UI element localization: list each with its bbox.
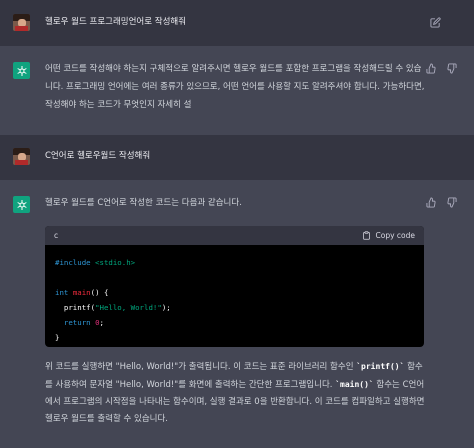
code-token: int <box>55 288 73 297</box>
code-token: return <box>63 318 96 327</box>
pencil-square-icon[interactable] <box>430 17 441 28</box>
user-message-2: C언어로 헬로우월드 작성해줘 <box>0 135 474 180</box>
inline-code: `printf()` <box>356 362 405 371</box>
openai-logo-icon <box>13 62 30 79</box>
clipboard-icon <box>362 231 370 240</box>
user-avatar <box>13 14 30 31</box>
code-line: printf("Hello, World!"); <box>55 300 414 315</box>
thumbs-up-icon[interactable] <box>426 63 437 74</box>
code-block-header: c Copy code <box>45 226 424 245</box>
thumbs-down-icon[interactable] <box>446 197 457 208</box>
code-content: #include <stdio.h> int main() { printf("… <box>45 245 424 347</box>
user-message-text: 헬로우 월드 프로그래밍언어로 작성해줘 <box>45 17 187 27</box>
code-line: int main() { <box>55 285 414 300</box>
code-token: () { <box>90 288 109 297</box>
feedback-buttons <box>426 63 457 74</box>
user-avatar <box>13 148 30 165</box>
copy-code-label: Copy code <box>375 231 416 240</box>
code-token: } <box>55 333 60 342</box>
explanation-part: 위 코드를 실행하면 "Hello, World!"가 출력됩니다. 이 코드는… <box>45 362 354 372</box>
openai-logo-icon <box>13 196 30 213</box>
thumbs-up-icon[interactable] <box>426 197 437 208</box>
feedback-buttons <box>426 197 457 208</box>
user-message-text: C언어로 헬로우월드 작성해줘 <box>45 151 151 161</box>
code-token: ; <box>99 318 104 327</box>
assistant-message-1: 어떤 코드를 작성해야 하는지 구체적으로 알려주시면 헬로우 월드를 포함한 … <box>0 46 474 135</box>
code-token: ); <box>161 303 171 312</box>
code-line: #include <stdio.h> <box>55 255 414 270</box>
code-token: printf <box>63 303 91 312</box>
assistant-message-2: 헬로우 월드를 C언어로 작성한 코드는 다음과 같습니다. c Copy co… <box>0 180 474 448</box>
code-token: #include <box>55 258 96 267</box>
code-line: } <box>55 330 414 345</box>
copy-code-button[interactable]: Copy code <box>362 231 416 240</box>
thumbs-down-icon[interactable] <box>446 63 457 74</box>
code-language-label: c <box>54 231 59 240</box>
code-block: c Copy code #include <stdio.h> int main(… <box>45 226 424 347</box>
inline-code: `main()` <box>335 380 374 389</box>
code-token: main <box>72 288 91 297</box>
user-message-1: 헬로우 월드 프로그래밍언어로 작성해줘 <box>0 0 474 46</box>
assistant-message-text: 어떤 코드를 작성해야 하는지 구체적으로 알려주시면 헬로우 월드를 포함한 … <box>45 64 425 110</box>
assistant-explanation-text: 위 코드를 실행하면 "Hello, World!"가 출력됩니다. 이 코드는… <box>45 358 426 428</box>
assistant-intro-text: 헬로우 월드를 C언어로 작성한 코드는 다음과 같습니다. <box>45 198 242 208</box>
code-token: <stdio.h> <box>95 258 136 267</box>
code-token: "Hello, World!" <box>95 303 162 312</box>
code-line: return 0; <box>55 315 414 330</box>
